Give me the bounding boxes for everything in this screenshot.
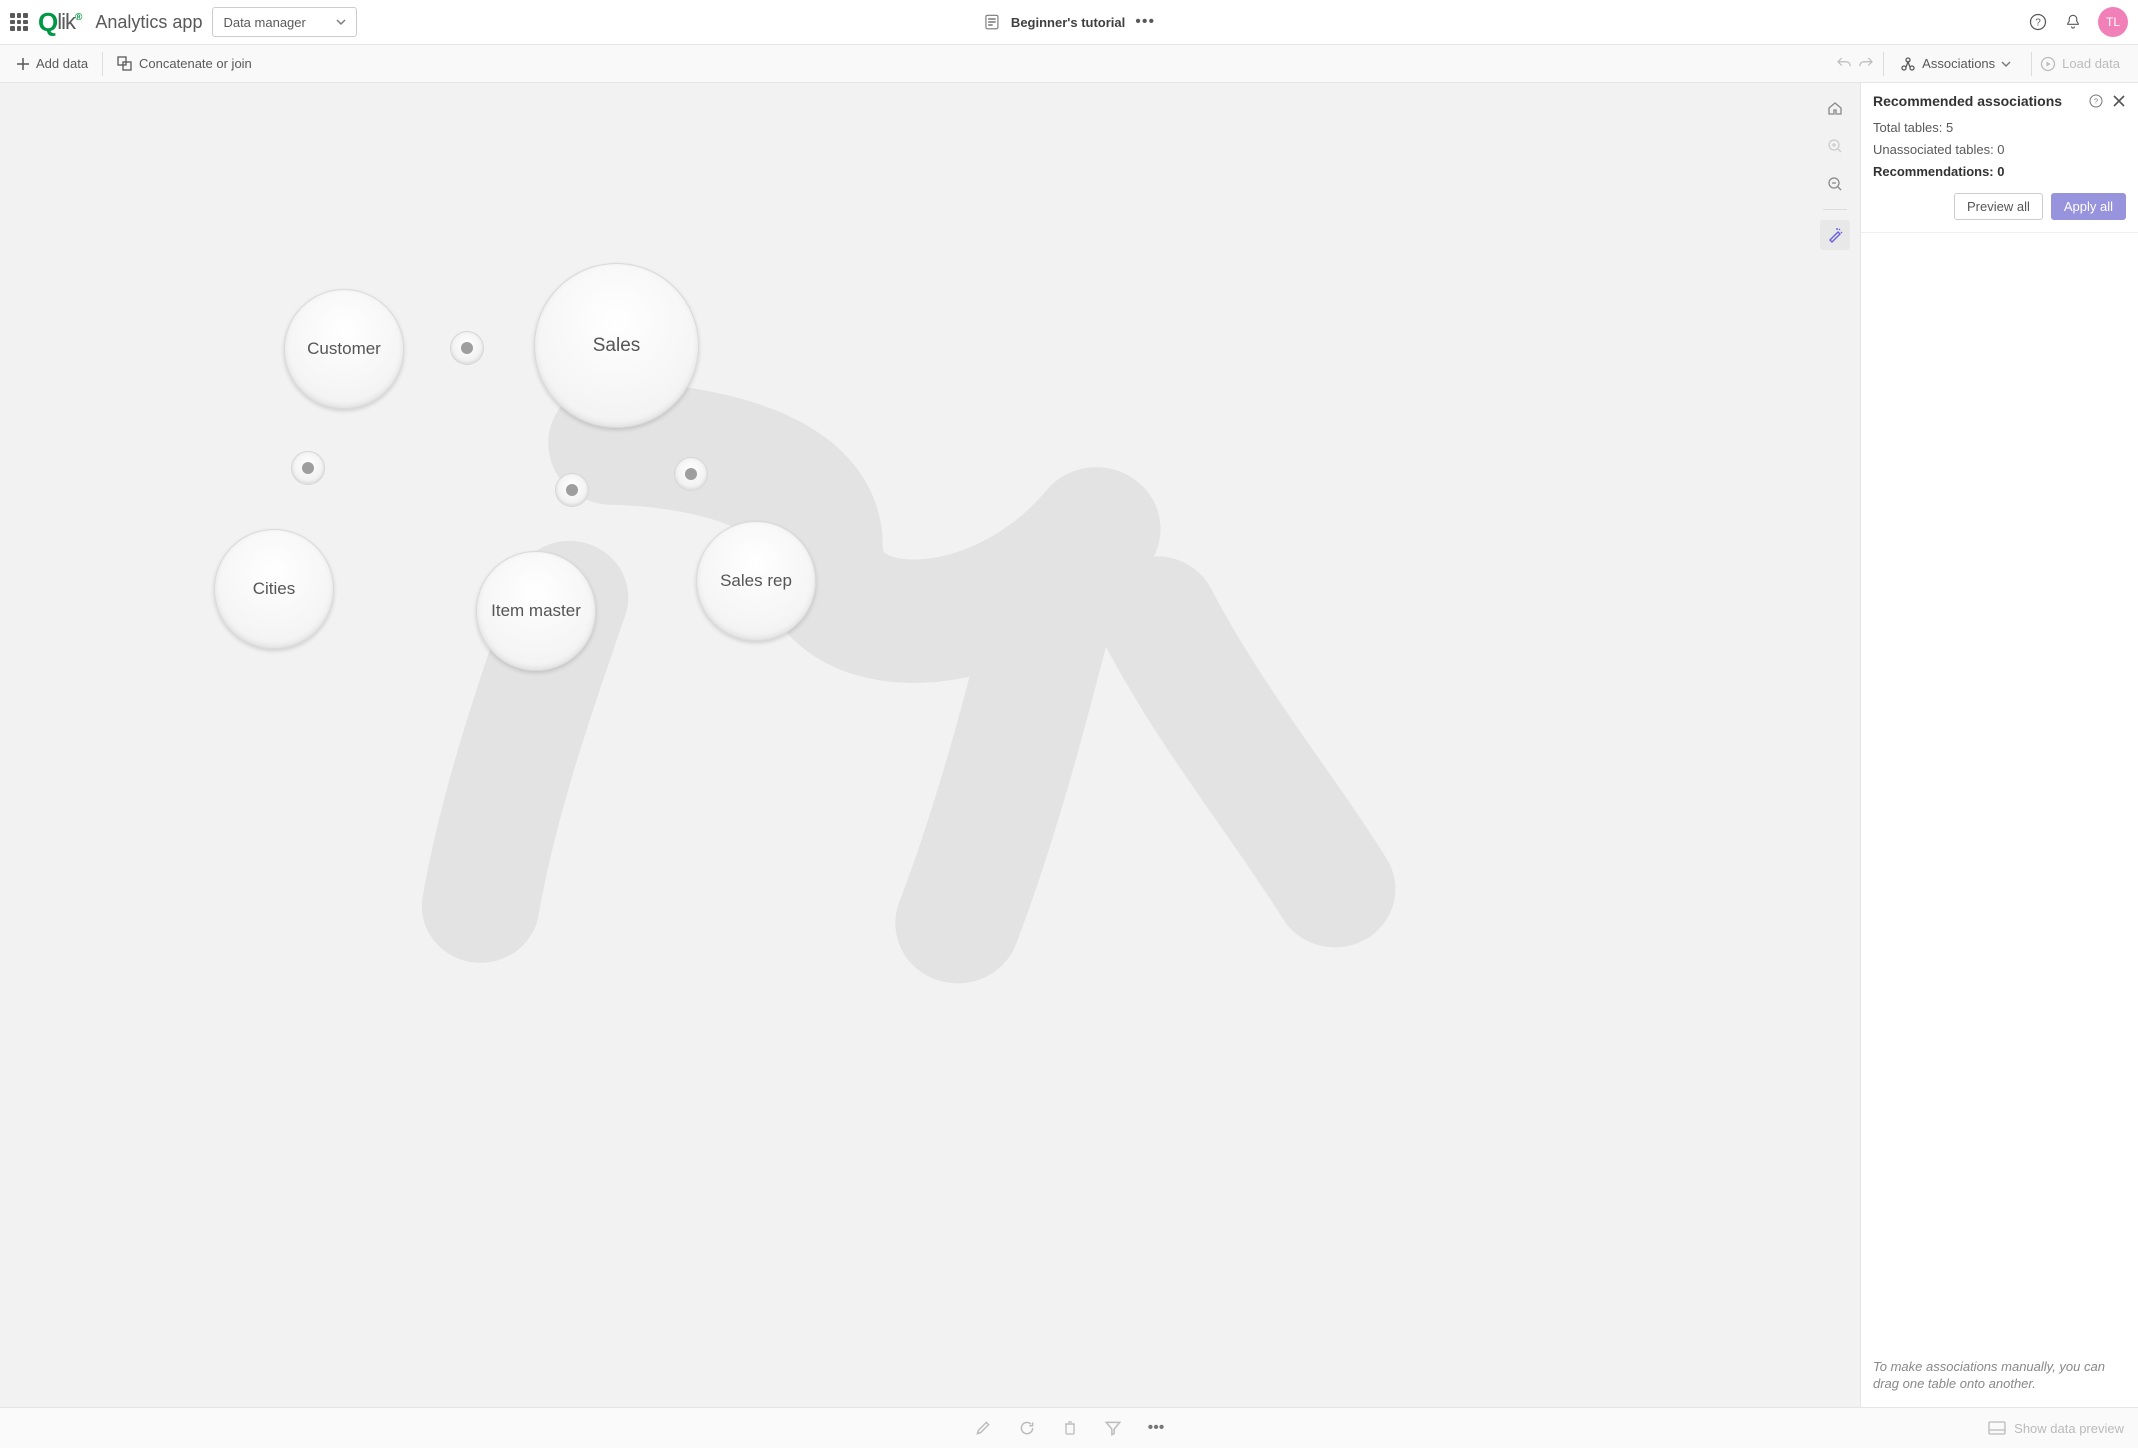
association-joint[interactable] (674, 457, 708, 491)
concatenate-icon (117, 56, 133, 72)
redo-icon (1857, 55, 1875, 73)
load-data-label: Load data (2062, 56, 2120, 71)
unassociated-label: Unassociated tables: (1873, 142, 1997, 157)
table-label: Customer (307, 339, 381, 359)
action-bar: Add data Concatenate or join Association… (0, 45, 2138, 83)
add-data-button[interactable]: Add data (10, 52, 94, 75)
apply-all-button[interactable]: Apply all (2051, 193, 2126, 220)
chevron-down-icon (2001, 59, 2011, 69)
recommendations-value: 0 (1997, 164, 2004, 179)
table-bubble-sales[interactable]: Sales (534, 263, 699, 428)
add-data-label: Add data (36, 56, 88, 71)
canvas-tools (1818, 93, 1852, 250)
associations-dropdown[interactable]: Associations (1892, 52, 2019, 76)
total-tables-value: 5 (1946, 120, 1953, 135)
panel-help-icon[interactable]: ? (2088, 93, 2104, 109)
breadcrumb-title: Beginner's tutorial (1011, 15, 1125, 30)
recommendations-panel: Recommended associations ? Total tables:… (1860, 83, 2138, 1407)
more-icon[interactable]: ••• (1148, 1419, 1165, 1437)
table-label: Item master (491, 601, 581, 621)
breadcrumb: Beginner's tutorial ••• (983, 13, 1155, 31)
help-icon[interactable]: ? (2028, 12, 2048, 32)
association-joint[interactable] (555, 473, 589, 507)
view-dropdown-label: Data manager (223, 15, 305, 30)
chevron-down-icon (336, 17, 346, 27)
zoom-out-icon (1827, 176, 1843, 192)
preview-all-button[interactable]: Preview all (1954, 193, 2043, 220)
avatar-initials: TL (2106, 15, 2120, 29)
top-bar: Qlik® Analytics app Data manager Beginne… (0, 0, 2138, 45)
zoom-in-icon (1827, 138, 1843, 154)
delete-icon (1062, 1419, 1078, 1437)
preview-icon (1988, 1421, 2006, 1435)
total-tables-label: Total tables: (1873, 120, 1946, 135)
separator (102, 52, 103, 76)
play-circle-icon (2040, 56, 2056, 72)
table-label: Cities (253, 579, 296, 599)
svg-text:?: ? (2094, 97, 2098, 106)
recommendations-label: Recommendations: (1873, 164, 1997, 179)
view-dropdown[interactable]: Data manager (212, 7, 356, 37)
divider (1823, 209, 1847, 210)
bell-icon[interactable] (2064, 13, 2082, 31)
refresh-icon (1018, 1419, 1036, 1437)
zoom-in-button (1820, 131, 1850, 161)
table-bubble-customer[interactable]: Customer (284, 289, 404, 409)
table-bubble-item-master[interactable]: Item master (476, 551, 596, 671)
panel-stats: Total tables: 5 Unassociated tables: 0 R… (1861, 117, 2138, 193)
table-label: Sales rep (720, 571, 792, 591)
panel-title: Recommended associations (1873, 93, 2080, 109)
concatenate-label: Concatenate or join (139, 56, 252, 71)
associations-icon (1900, 56, 1916, 72)
apply-all-label: Apply all (2064, 199, 2113, 214)
association-joint[interactable] (450, 331, 484, 365)
edit-icon (974, 1419, 992, 1437)
unassociated-value: 0 (1997, 142, 2004, 157)
home-icon (1827, 100, 1843, 116)
table-bubble-sales-rep[interactable]: Sales rep (696, 521, 816, 641)
preview-all-label: Preview all (1967, 199, 2030, 214)
associations-canvas[interactable]: Customer Sales Cities Item master Sales … (0, 83, 1860, 1407)
filter-icon (1104, 1419, 1122, 1437)
table-label: Sales (593, 335, 641, 357)
table-bubble-cities[interactable]: Cities (214, 529, 334, 649)
associations-label: Associations (1922, 56, 1995, 71)
load-data-button: Load data (2031, 52, 2128, 76)
show-data-preview-button: Show data preview (1988, 1421, 2124, 1436)
association-joint[interactable] (291, 451, 325, 485)
concatenate-button[interactable]: Concatenate or join (111, 52, 258, 76)
magic-wand-button[interactable] (1820, 220, 1850, 250)
qlik-logo[interactable]: Qlik® (38, 7, 81, 38)
show-preview-label: Show data preview (2014, 1421, 2124, 1436)
svg-text:?: ? (2035, 17, 2041, 28)
panel-hint: To make associations manually, you can d… (1861, 1348, 2138, 1407)
zoom-out-button[interactable] (1820, 169, 1850, 199)
bottom-bar: ••• Show data preview (0, 1407, 2138, 1448)
sheet-icon[interactable] (983, 13, 1001, 31)
plus-icon (16, 57, 30, 71)
app-name: Analytics app (95, 12, 202, 33)
close-icon[interactable] (2112, 94, 2126, 108)
magic-wand-icon (1827, 227, 1843, 243)
home-view-button[interactable] (1820, 93, 1850, 123)
association-links (0, 83, 1860, 1407)
undo-icon (1835, 55, 1853, 73)
more-icon[interactable]: ••• (1135, 13, 1155, 31)
app-launcher-icon[interactable] (10, 13, 28, 31)
main-area: Customer Sales Cities Item master Sales … (0, 83, 2138, 1407)
separator (1883, 52, 1884, 76)
avatar[interactable]: TL (2098, 7, 2128, 37)
